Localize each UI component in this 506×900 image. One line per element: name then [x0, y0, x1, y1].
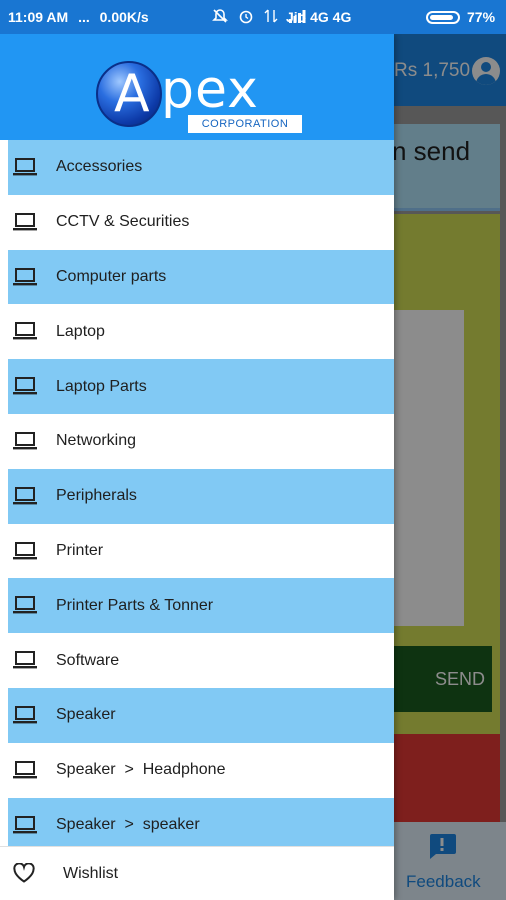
menu-item[interactable]: Accessories: [8, 140, 394, 195]
menu-item[interactable]: Computer parts: [8, 249, 394, 305]
menu-item-label: Printer Parts & Tonner: [56, 596, 214, 614]
heart-icon: [13, 863, 35, 883]
laptop-icon: [12, 431, 38, 451]
menu-item-label: Speaker > Headphone: [56, 761, 226, 779]
menu-item-label: CCTV & Securities: [56, 213, 190, 231]
menu-item[interactable]: Laptop: [0, 304, 394, 359]
menu-item[interactable]: Printer: [0, 524, 394, 579]
menu-item-label: Networking: [56, 432, 137, 450]
laptop-icon: [12, 815, 38, 835]
laptop-icon: [12, 486, 38, 506]
laptop-icon: [12, 760, 38, 780]
menu-item[interactable]: Peripherals: [8, 468, 394, 524]
logo-text: pex: [161, 60, 259, 120]
navigation-drawer: A pex CORPORATION Accessories CCTV & Secu…: [0, 34, 394, 900]
menu-item-label: Accessories: [56, 158, 143, 176]
menu-item[interactable]: Laptop Parts: [8, 359, 394, 414]
mute-icon: [212, 9, 228, 23]
category-menu: Accessories CCTV & Securities Computer par…: [0, 140, 394, 853]
laptop-icon: [12, 705, 38, 725]
wishlist-item[interactable]: Wishlist: [0, 846, 394, 900]
menu-item[interactable]: Networking: [0, 414, 394, 469]
menu-item[interactable]: Speaker > speaker: [8, 797, 394, 853]
laptop-icon: [12, 267, 38, 287]
alarm-icon: [239, 10, 253, 24]
battery-icon: [426, 11, 460, 24]
menu-item-label: Laptop Parts: [56, 377, 147, 395]
menu-item[interactable]: Speaker > Headphone: [0, 743, 394, 798]
menu-item[interactable]: Printer Parts & Tonner: [8, 578, 394, 634]
menu-item-label: Printer: [56, 541, 104, 559]
laptop-icon: [12, 650, 38, 670]
laptop-icon: [12, 376, 38, 396]
laptop-icon: [12, 541, 38, 561]
network-label: Jio 4G 4G: [286, 9, 352, 25]
menu-item-label: Speaker: [56, 706, 116, 724]
wishlist-label: Wishlist: [63, 865, 119, 882]
laptop-icon: [12, 595, 38, 615]
menu-item[interactable]: Software: [0, 633, 394, 688]
menu-item[interactable]: Speaker: [8, 687, 394, 743]
menu-item[interactable]: CCTV & Securities: [0, 195, 394, 250]
menu-item-label: Computer parts: [56, 267, 167, 285]
status-bar: 11:09 AM ... 0.00K/s Jio 4G 4G 77%: [0, 0, 506, 34]
laptop-icon: [12, 321, 38, 341]
menu-item-label: Peripherals: [56, 487, 137, 505]
battery-percent: 77%: [467, 9, 496, 25]
menu-item-label: Software: [56, 651, 120, 669]
menu-item-label: Speaker > speaker: [56, 815, 200, 833]
drawer-header: A pex CORPORATION: [0, 34, 394, 140]
laptop-icon: [12, 212, 38, 232]
logo-letter: A: [114, 64, 150, 124]
status-speed: 0.00K/s: [99, 9, 149, 25]
logo-subtitle: CORPORATION: [188, 115, 302, 133]
menu-item-label: Laptop: [56, 322, 105, 340]
data-transfer-icon: [264, 9, 278, 23]
laptop-icon: [12, 157, 38, 177]
status-dots: ...: [78, 9, 90, 25]
status-time: 11:09 AM: [8, 9, 69, 25]
